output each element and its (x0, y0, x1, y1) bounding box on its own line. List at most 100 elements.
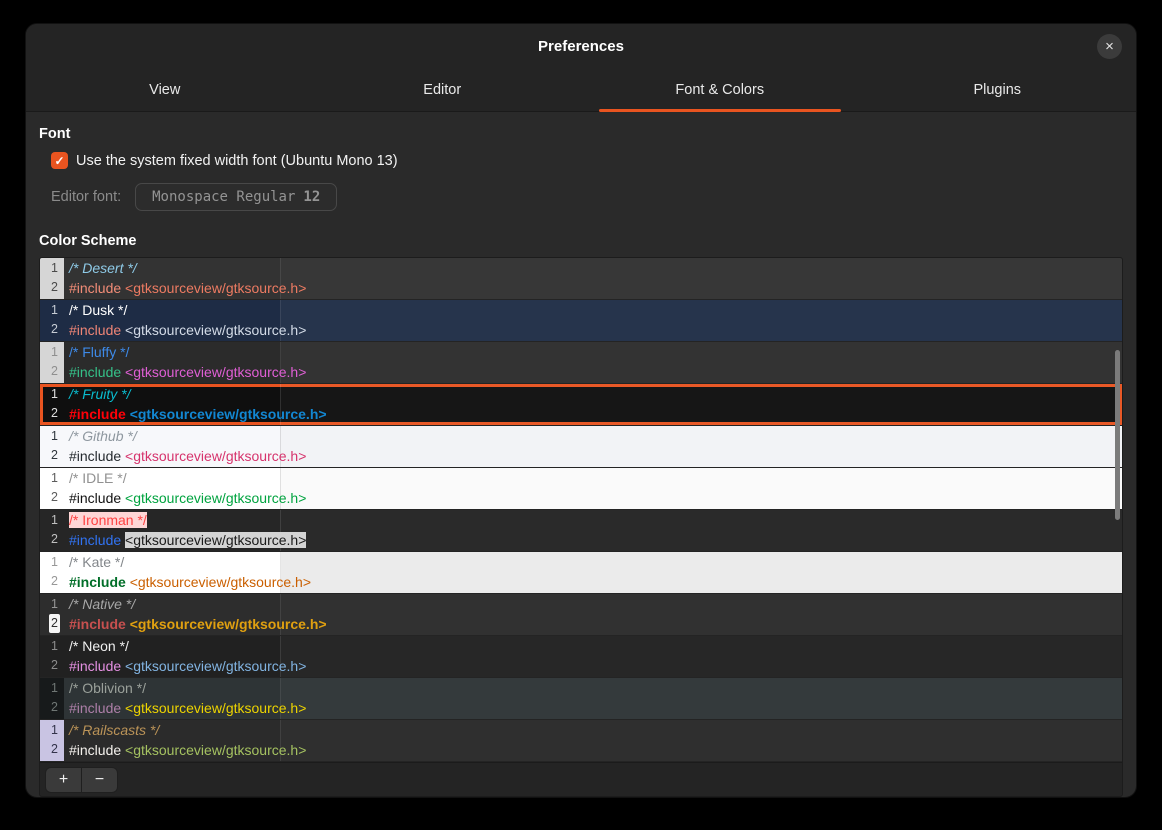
line-number: 2 (49, 278, 60, 297)
line-number: 2 (49, 698, 60, 717)
line-number: 2 (49, 446, 60, 465)
code-preview: /* Ironman */ #include <gtksourceview/gtk… (64, 510, 1122, 551)
comment-text: /* Neon */ (69, 638, 129, 654)
color-scheme-oblivion[interactable]: 12 /* Oblivion */ #include <gtksourceview/… (40, 678, 1122, 719)
code-preview: /* Fluffy */#include <gtksourceview/gtks… (64, 342, 1122, 383)
tab-editor[interactable]: Editor (304, 69, 582, 111)
include-keyword: #include (69, 322, 121, 338)
comment-text: /* Desert */ (69, 260, 137, 276)
include-keyword: #include (69, 658, 121, 674)
close-icon: × (1105, 39, 1114, 54)
preferences-dialog: Preferences × View Editor Font & Colors … (25, 23, 1137, 798)
line-number: 1 (49, 343, 60, 362)
editor-font-button[interactable]: Monospace Regular 12 (135, 183, 337, 211)
color-scheme-kate[interactable]: 12/* Kate */#include <gtksourceview/gtks… (40, 552, 1122, 593)
window-title: Preferences (538, 38, 624, 55)
color-scheme-heading: Color Scheme (39, 233, 1123, 249)
scrollbar-thumb[interactable] (1115, 350, 1120, 520)
code-preview: /* IDLE */#include <gtksourceview/gtksou… (64, 468, 1122, 509)
tabbar: View Editor Font & Colors Plugins (26, 69, 1136, 112)
comment-text: /* Ironman */ (69, 512, 147, 528)
line-number: 2 (49, 404, 60, 423)
line-number: 1 (49, 385, 60, 404)
include-keyword: #include (69, 406, 126, 422)
tab-content: Font ✓ Use the system fixed width font (… (26, 112, 1136, 797)
line-number: 2 (49, 614, 60, 633)
line-number-gutter: 12 (40, 720, 64, 761)
color-scheme-fruity[interactable]: 12 /* Fruity */ #include <gtksourceview/gt… (40, 384, 1122, 425)
comment-text: /* Fruity */ (69, 386, 130, 402)
color-scheme-ironman[interactable]: 12 /* Ironman */ #include <gtksourceview/g… (40, 510, 1122, 551)
line-number: 2 (49, 656, 60, 675)
system-font-row: ✓ Use the system fixed width font (Ubunt… (51, 152, 1123, 169)
include-path: <gtksourceview/gtksource.h> (125, 448, 306, 464)
include-keyword: #include (69, 448, 121, 464)
include-path: <gtksourceview/gtksource.h> (125, 532, 306, 548)
scheme-list: 12/* Desert */#include <gtksourceview/gt… (40, 258, 1122, 761)
line-number-gutter: 12 (40, 300, 64, 341)
code-preview: /* Railscasts */#include <gtksourceview/… (64, 720, 1122, 761)
include-keyword: #include (69, 280, 121, 296)
tab-font-and-colors[interactable]: Font & Colors (581, 69, 859, 111)
close-button[interactable]: × (1097, 34, 1122, 59)
include-path: <gtksourceview/gtksource.h> (125, 658, 306, 674)
include-keyword: #include (69, 532, 121, 548)
color-scheme-github[interactable]: 12 /* Github */ #include <gtksourceview/gt… (40, 426, 1122, 467)
add-scheme-button[interactable]: + (45, 767, 82, 793)
include-path: <gtksourceview/gtksource.h> (125, 322, 306, 338)
line-number: 1 (49, 301, 60, 320)
line-number: 1 (49, 469, 60, 488)
color-scheme-desert[interactable]: 12 /* Desert */ #include <gtksourceview/gt… (40, 258, 1122, 299)
remove-scheme-button[interactable]: − (81, 767, 118, 793)
comment-text: /* Fluffy */ (69, 344, 129, 360)
include-keyword: #include (69, 490, 121, 506)
code-preview: /* Dusk */#include <gtksourceview/gtksou… (64, 300, 1122, 341)
headerbar: Preferences × (26, 24, 1136, 69)
scheme-list-toolbar: + − (40, 762, 1122, 796)
color-scheme-railscasts[interactable]: 12/* Railscasts */#include <gtksourcevie… (40, 720, 1122, 761)
line-number-gutter: 12 (40, 384, 64, 425)
line-number-gutter: 12 (40, 426, 64, 467)
code-preview: /* Desert */ #include <gtksourceview/gtks… (64, 258, 1122, 299)
comment-text: /* Railscasts */ (69, 722, 159, 738)
tab-plugins[interactable]: Plugins (859, 69, 1137, 111)
comment-text: /* IDLE */ (69, 470, 127, 486)
check-icon: ✓ (54, 154, 64, 168)
include-keyword: #include (69, 616, 126, 632)
editor-font-size: 12 (303, 189, 320, 205)
system-font-checkbox[interactable]: ✓ (51, 152, 68, 169)
line-number-gutter: 12 (40, 510, 64, 551)
tab-view[interactable]: View (26, 69, 304, 111)
include-keyword: #include (69, 700, 121, 716)
line-number-gutter: 12 (40, 342, 64, 383)
line-number: 1 (49, 679, 60, 698)
color-scheme-dusk[interactable]: 12/* Dusk */#include <gtksourceview/gtks… (40, 300, 1122, 341)
font-section-heading: Font (39, 126, 1123, 142)
line-number: 1 (49, 637, 60, 656)
line-number: 2 (49, 740, 60, 759)
editor-font-label: Editor font: (51, 189, 121, 205)
include-path: <gtksourceview/gtksource.h> (125, 280, 306, 296)
include-path: <gtksourceview/gtksource.h> (125, 364, 306, 380)
comment-text: /* Github */ (69, 428, 137, 444)
line-number: 1 (49, 553, 60, 572)
color-scheme-list-container: 12/* Desert */#include <gtksourceview/gt… (39, 257, 1123, 797)
line-number-gutter: 12 (40, 552, 64, 593)
system-font-checkbox-label: Use the system fixed width font (Ubuntu … (76, 153, 398, 169)
include-keyword: #include (69, 742, 121, 758)
line-number: 2 (49, 362, 60, 381)
include-path: <gtksourceview/gtksource.h> (125, 700, 306, 716)
include-path: <gtksourceview/gtksource.h> (130, 406, 327, 422)
color-scheme-neon[interactable]: 12 /* Neon */ #include <gtksourceview/gtks… (40, 636, 1122, 677)
editor-font-name: Monospace Regular (152, 189, 295, 205)
line-number: 1 (49, 721, 60, 740)
line-number: 1 (49, 511, 60, 530)
color-scheme-fluffy[interactable]: 12/* Fluffy */#include <gtksourceview/gt… (40, 342, 1122, 383)
line-number-gutter: 12 (40, 258, 64, 299)
code-preview: /* Oblivion */ #include <gtksourceview/gt… (64, 678, 1122, 719)
line-number: 2 (49, 320, 60, 339)
line-number-gutter: 12 (40, 636, 64, 677)
color-scheme-native[interactable]: 12/* Native */#include <gtksourceview/gt… (40, 594, 1122, 635)
comment-text: /* Oblivion */ (69, 680, 146, 696)
color-scheme-idle[interactable]: 12/* IDLE */#include <gtksourceview/gtks… (40, 468, 1122, 509)
